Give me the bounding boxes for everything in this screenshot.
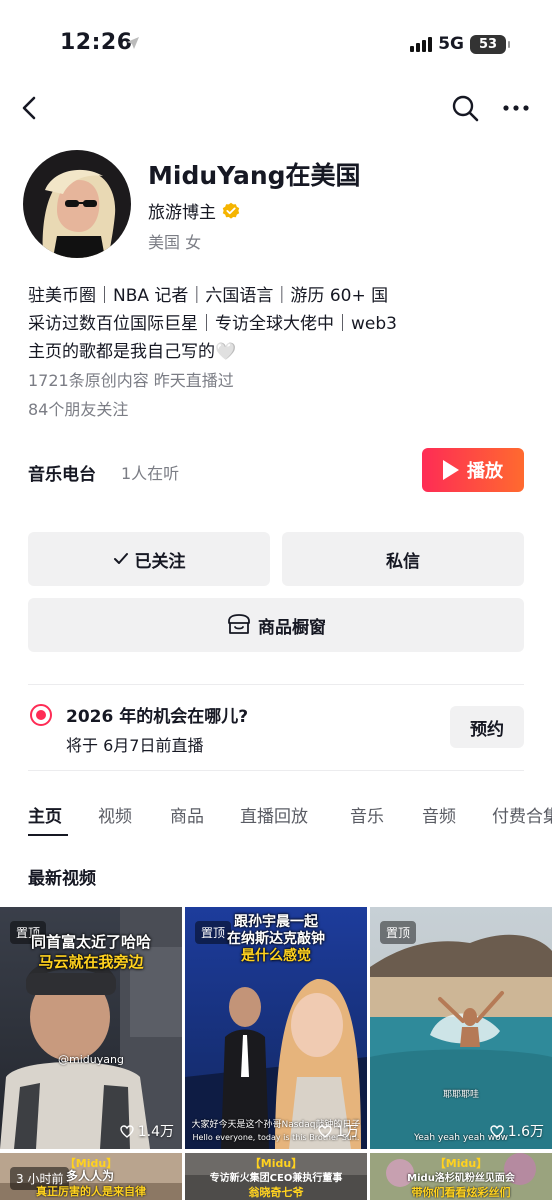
verified-badge-icon — [222, 202, 240, 219]
tab-home[interactable]: 主页 — [28, 802, 62, 827]
following-button[interactable]: 已关注 — [28, 532, 270, 586]
role-label: 旅游博主 — [148, 203, 216, 223]
shop-label: 商品橱窗 — [258, 617, 326, 638]
video-likes: 1.6万 — [490, 1121, 544, 1141]
video-caption: 多人人为 — [65, 1169, 114, 1183]
play-button[interactable]: 播放 — [422, 448, 524, 492]
friends-following[interactable]: 84个朋友关注 — [28, 395, 528, 424]
live-title: 2026 年的机会在哪儿? — [66, 707, 249, 727]
video-caption: 马云就在我旁边 — [38, 953, 144, 971]
video-caption: 翁晓奇七爷 — [248, 1186, 304, 1199]
live-schedule: 将于 6月7日前直播 — [66, 736, 204, 755]
message-label: 私信 — [386, 551, 420, 572]
bio-line: 采访过数百位国际巨星｜专访全球大佬中｜web3 — [28, 314, 397, 334]
radio-listeners: 1人在听 — [121, 464, 180, 483]
profile-meta: 美国 女 — [148, 233, 202, 252]
radio-label: 音乐电台 — [28, 465, 96, 485]
video-watermark: @miduyang — [58, 1053, 124, 1066]
profile-role: 旅游博主 — [148, 198, 240, 223]
more-icon[interactable] — [500, 92, 532, 124]
tab-music[interactable]: 音乐 — [350, 802, 384, 827]
network-type: 5G — [438, 34, 464, 54]
likes-count: 1.4万 — [137, 1124, 174, 1140]
signal-icon — [410, 36, 433, 52]
bio: 驻美币圈｜NBA 记者｜六国语言｜游历 60+ 国 采访过数百位国际巨星｜专访全… — [28, 282, 528, 424]
message-button[interactable]: 私信 — [282, 532, 524, 586]
battery-level: 53 — [478, 36, 498, 52]
tab-products[interactable]: 商品 — [170, 802, 204, 827]
section-title: 最新视频 — [28, 869, 96, 889]
video-caption: 真正厉害的人是来自律 — [36, 1185, 146, 1198]
battery-icon: 53 — [470, 34, 510, 54]
video-grid: 置顶 同首富太近了哈哈 马云就在我旁边 @miduyang 1.4万 置顶 跟孙… — [0, 907, 552, 1200]
video-card[interactable]: 置顶 耶耶耶哇 Yeah yeah yeah wow 1.6万 — [370, 907, 552, 1149]
heart-icon — [490, 1124, 504, 1138]
profile-tabs: 主页 视频 商品 直播回放 音乐 音频 付费合集 — [0, 802, 552, 838]
status-bar: 12:26 5G 53 — [0, 0, 552, 90]
following-label: 已关注 — [134, 551, 186, 572]
location-arrow-icon — [127, 37, 139, 49]
video-likes: 1.4万 — [120, 1121, 174, 1141]
video-caption: 是什么感觉 — [241, 948, 311, 964]
tab-videos[interactable]: 视频 — [98, 802, 132, 827]
play-label: 播放 — [467, 461, 503, 482]
shop-icon — [228, 614, 250, 634]
divider — [28, 684, 524, 685]
likes-count: 1万 — [336, 1124, 359, 1140]
heart-icon — [318, 1124, 332, 1138]
video-likes: 1万 — [318, 1121, 359, 1141]
live-indicator-icon — [30, 704, 52, 726]
check-icon — [113, 553, 128, 564]
video-subtitle-cn: 耶耶耶哇 — [442, 1090, 479, 1100]
video-card[interactable]: 【Midu】 Midu洛杉矶粉丝见面会 带你们看看炫彩丝们 — [370, 1153, 552, 1200]
status-indicators: 5G 53 — [410, 34, 510, 54]
active-tab-indicator — [28, 834, 68, 836]
video-card[interactable]: 置顶 跟孙宇晨一起 在纳斯达克敲钟 是什么感觉 大家好今天是这个孙哥Nasdaq… — [185, 907, 367, 1149]
heart-icon — [120, 1124, 134, 1138]
bio-line: 驻美币圈｜NBA 记者｜六国语言｜游历 60+ 国 — [28, 286, 389, 306]
tab-audio[interactable]: 音频 — [422, 802, 456, 827]
video-card[interactable]: 3 小时前 【Midu】 多人人为 真正厉害的人是来自律 — [0, 1153, 182, 1200]
video-card[interactable]: 【Midu】 专访新火集团CEO兼执行董事 翁晓奇七爷 — [185, 1153, 367, 1200]
back-arrow-icon[interactable] — [18, 92, 46, 124]
music-radio-row[interactable]: 音乐电台 1人在听 播放 — [28, 448, 524, 492]
likes-count: 1.6万 — [507, 1124, 544, 1140]
shop-window-button[interactable]: 商品橱窗 — [28, 598, 524, 652]
video-card[interactable]: 置顶 同首富太近了哈哈 马云就在我旁边 @miduyang 1.4万 — [0, 907, 182, 1149]
content-stats: 1721条原创内容 昨天直播过 — [28, 371, 234, 390]
reserve-button[interactable]: 预约 — [450, 706, 524, 748]
video-caption: 同首富太近了哈哈 — [30, 933, 151, 951]
divider — [28, 770, 524, 771]
video-caption: Midu洛杉矶粉丝见面会 — [407, 1173, 515, 1184]
avatar[interactable] — [23, 150, 131, 258]
search-icon[interactable] — [450, 92, 480, 124]
tab-paid-collection[interactable]: 付费合集 — [492, 802, 552, 827]
play-icon — [443, 460, 459, 480]
pinned-badge: 置顶 — [380, 921, 417, 944]
live-reservation[interactable]: 2026 年的机会在哪儿? 将于 6月7日前直播 预约 — [28, 700, 524, 760]
tab-live-replay[interactable]: 直播回放 — [240, 802, 308, 827]
video-caption: 带你们看看炫彩丝们 — [411, 1186, 511, 1199]
profile-name: MiduYang在美国 — [148, 161, 361, 190]
status-time: 12:26 — [60, 30, 133, 55]
bio-line: 主页的歌都是我自己写的🤍 — [28, 342, 237, 362]
video-caption: 专访新火集团CEO兼执行董事 — [209, 1173, 343, 1184]
